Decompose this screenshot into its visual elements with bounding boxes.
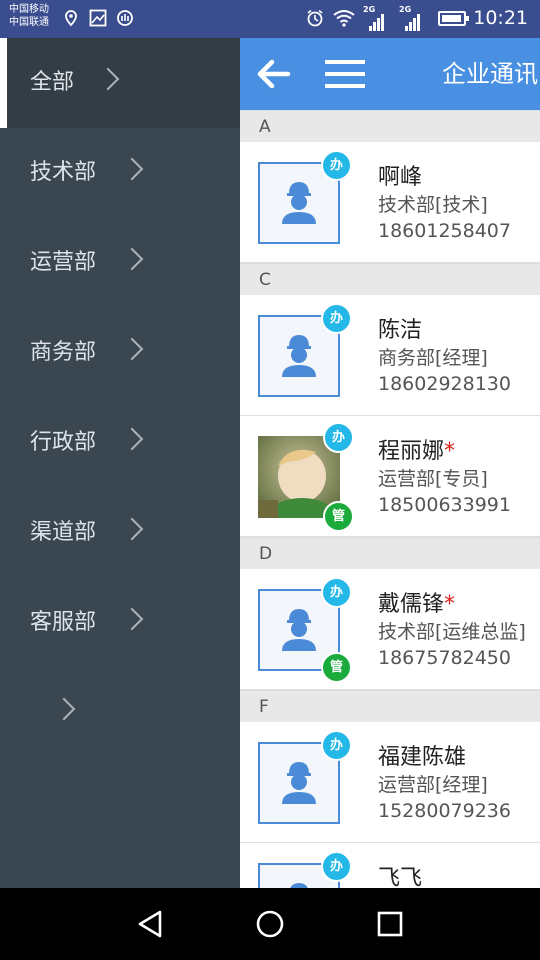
sidebar-item-tech[interactable]: 技术部: [0, 128, 240, 218]
sidebar-item-operations[interactable]: 运营部: [0, 218, 240, 308]
signal-icon: [405, 12, 421, 31]
recents-square-icon[interactable]: [372, 906, 408, 942]
office-badge: 办: [323, 422, 354, 453]
contact-phone: 15280079236: [378, 800, 511, 822]
contact-phone: 18601258407: [378, 220, 511, 242]
office-badge: 办: [321, 577, 352, 608]
contact-phone: 18602928130: [378, 373, 511, 395]
sidebar-item-channels[interactable]: 渠道部: [0, 488, 240, 578]
chevron-right-icon: [120, 517, 144, 541]
home-circle-icon[interactable]: [252, 906, 288, 942]
avatar: 办: [258, 730, 352, 824]
sidebar-item-support[interactable]: 客服部: [0, 578, 240, 668]
clock: 10:21: [473, 7, 528, 29]
contact-name: 程丽娜*: [378, 439, 456, 464]
section-header: F: [240, 690, 540, 722]
list-item[interactable]: 办 管 戴儒锋* 技术部[运维总监] 18675782450: [240, 569, 540, 690]
admin-badge: 管: [323, 501, 354, 532]
contacts-panel: 企业通讯 A 办 啊峰 技术部[技术] 18601258407 C 办 陈洁 商…: [240, 38, 540, 888]
sidebar-item-business[interactable]: 商务部: [0, 308, 240, 398]
list-item[interactable]: 办 管 程丽娜* 运营部[专员] 18500633991: [240, 416, 540, 537]
status-bar: 中国移动 中国联通 2G 2G 10:21: [0, 0, 540, 38]
contact-department: 运营部[专员]: [378, 468, 488, 490]
sidebar-item-label: 运营部: [30, 250, 97, 275]
app-bar: 企业通讯: [240, 38, 540, 110]
contact-name: 福建陈雄: [378, 745, 467, 770]
contact-name: 陈洁: [378, 318, 423, 343]
contact-department: 技术部[运维总监]: [378, 621, 526, 643]
office-badge: 办: [321, 150, 352, 181]
battery-icon: [438, 11, 469, 26]
sidebar-item-label: 渠道部: [30, 520, 97, 545]
contact-name: 戴儒锋*: [378, 592, 456, 617]
office-badge: 办: [321, 730, 352, 761]
avatar: 办: [258, 303, 352, 397]
contact-department: 技术部[技术]: [378, 194, 488, 216]
carrier-1: 中国移动: [9, 4, 49, 15]
active-indicator: [0, 38, 7, 128]
admin-badge: 管: [321, 652, 352, 683]
star-marker: *: [444, 439, 456, 464]
sidebar-item-unnamed[interactable]: [0, 668, 240, 758]
carrier-2: 中国联通: [9, 17, 49, 28]
contact-name: 飞飞: [378, 866, 423, 888]
chevron-right-icon: [120, 427, 144, 451]
system-nav-bar: [0, 888, 540, 960]
list-item[interactable]: 办 福建陈雄 运营部[经理] 15280079236: [240, 722, 540, 843]
sidebar-item-all[interactable]: 全部: [0, 38, 240, 128]
list-item[interactable]: 办 啊峰 技术部[技术] 18601258407: [240, 142, 540, 263]
chevron-right-icon: [120, 157, 144, 181]
chevron-right-icon: [120, 247, 144, 271]
section-header: D: [240, 537, 540, 569]
sidebar-item-label: 客服部: [30, 610, 97, 635]
sidebar-item-label: 全部: [30, 70, 75, 95]
office-badge: 办: [321, 303, 352, 334]
location-icon: [65, 10, 77, 27]
avatar: 办: [258, 851, 352, 888]
chevron-right-icon: [120, 337, 144, 361]
list-item[interactable]: 办 陈洁 商务部[经理] 18602928130: [240, 295, 540, 416]
wifi-icon: [333, 10, 355, 27]
star-marker: *: [444, 592, 456, 617]
chevron-right-icon: [52, 697, 76, 721]
section-header: A: [240, 110, 540, 142]
section-header: C: [240, 263, 540, 295]
list-item[interactable]: 办 飞飞: [240, 843, 540, 888]
contact-list: A 办 啊峰 技术部[技术] 18601258407 C 办 陈洁 商务部[经理…: [240, 110, 540, 888]
back-arrow-icon[interactable]: [254, 56, 294, 92]
contact-name: 啊峰: [378, 165, 423, 190]
alarm-icon: [307, 9, 323, 27]
carrier-info: 中国移动 中国联通: [9, 3, 49, 29]
contact-phone: 18675782450: [378, 647, 511, 669]
contact-department: 运营部[经理]: [378, 774, 488, 796]
shield-icon: [117, 10, 133, 26]
department-drawer: 全部 技术部 运营部 商务部 行政部 渠道部 客服部: [0, 38, 240, 888]
sidebar-item-label: 行政部: [30, 430, 97, 455]
sidebar-item-admin[interactable]: 行政部: [0, 398, 240, 488]
contact-phone: 18500633991: [378, 494, 511, 516]
gallery-icon: [89, 9, 107, 27]
contact-department: 商务部[经理]: [378, 347, 488, 369]
avatar: 办 管: [258, 577, 352, 683]
office-badge: 办: [321, 851, 352, 882]
menu-icon[interactable]: [322, 58, 368, 90]
sidebar-item-label: 商务部: [30, 340, 97, 365]
chevron-right-icon: [96, 67, 120, 91]
signal-icon: [369, 12, 385, 31]
sidebar-item-label: 技术部: [30, 160, 97, 185]
chevron-right-icon: [120, 607, 144, 631]
avatar-photo: 办 管: [258, 422, 354, 532]
back-triangle-icon[interactable]: [133, 906, 169, 942]
avatar: 办: [258, 150, 352, 244]
page-title: 企业通讯: [442, 60, 538, 88]
